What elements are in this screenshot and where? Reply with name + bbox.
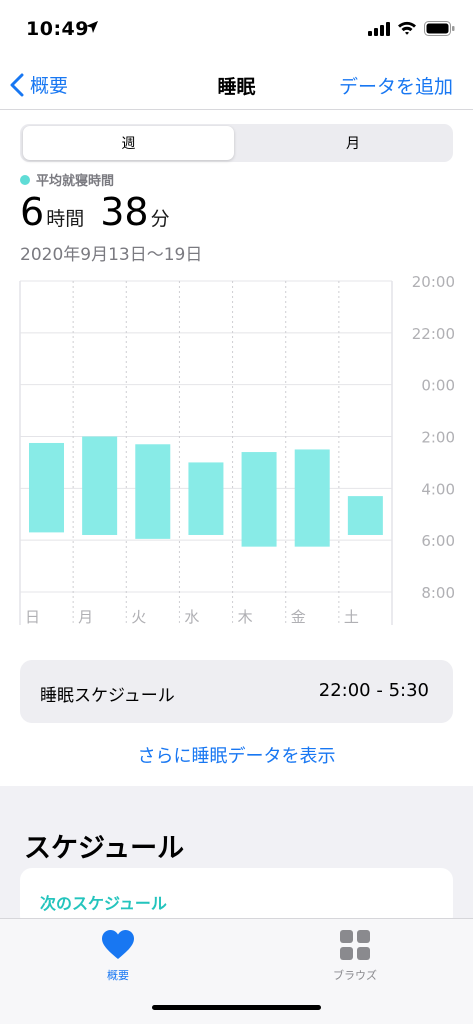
date-range: 2020年9月13日〜19日 xyxy=(20,245,203,265)
sleep-schedule-card[interactable]: 睡眠スケジュール 22:00 - 5:30 xyxy=(20,660,453,723)
hours-value: 6 xyxy=(20,190,45,234)
y-tick-label: 20:00 xyxy=(412,273,455,291)
wifi-icon xyxy=(398,21,416,35)
y-tick-label: 6:00 xyxy=(421,532,455,550)
sleep-chart[interactable]: 20:00 22:00 0:00 2:00 4:00 6:00 8:00 日 月 火 水 木 金 土 xyxy=(0,270,473,630)
x-tick-label: 木 xyxy=(238,608,253,626)
x-tick-label: 日 xyxy=(25,608,40,626)
sleep-bar xyxy=(294,449,330,547)
x-tick-label: 火 xyxy=(131,608,146,626)
x-tick-label: 金 xyxy=(291,608,306,626)
battery-icon xyxy=(424,21,455,36)
schedule-section-title: スケジュール xyxy=(24,833,185,864)
segment-week[interactable]: 週 xyxy=(23,126,234,160)
average-bedtime-value: 6 時間 38 分 xyxy=(20,190,170,234)
y-tick-label: 22:00 xyxy=(412,325,455,343)
home-indicator xyxy=(152,1005,321,1010)
hours-unit: 時間 xyxy=(46,208,85,230)
grid-icon xyxy=(340,930,370,960)
y-tick-label: 8:00 xyxy=(421,584,455,602)
x-tick-label: 水 xyxy=(184,608,199,626)
navigation-bar: 概要 睡眠 データを追加 xyxy=(0,58,473,110)
schedule-label: 睡眠スケジュール xyxy=(40,686,175,706)
legend-label: 平均就寝時間 xyxy=(36,174,115,189)
legend-dot xyxy=(20,174,30,185)
y-tick-label: 2:00 xyxy=(421,429,455,447)
minutes-value: 38 xyxy=(100,190,149,234)
tab-summary-label: 概要 xyxy=(107,969,129,982)
sleep-bar xyxy=(241,452,277,547)
x-tick-label: 月 xyxy=(78,608,93,626)
sleep-bar xyxy=(82,436,118,535)
location-arrow-icon xyxy=(86,21,98,33)
y-tick-label: 4:00 xyxy=(421,480,455,498)
segment-divider xyxy=(253,132,254,154)
schedule-value: 22:00 - 5:30 xyxy=(318,680,429,701)
tab-browse-label: ブラウズ xyxy=(333,969,377,982)
cellular-signal-icon xyxy=(368,22,390,36)
sleep-bar xyxy=(347,496,383,535)
add-data-button[interactable]: データを追加 xyxy=(339,72,453,99)
period-segmented-control: 週 月 xyxy=(20,124,453,162)
sleep-bar xyxy=(29,442,64,533)
minutes-unit: 分 xyxy=(150,208,170,230)
status-bar: 10:49 xyxy=(0,0,473,58)
y-tick-label: 0:00 xyxy=(421,377,455,395)
show-more-sleep-data-link[interactable]: さらに睡眠データを表示 xyxy=(0,742,473,768)
status-time: 10:49 xyxy=(26,18,89,40)
bedtime-legend: 平均就寝時間 xyxy=(20,170,114,189)
tab-summary[interactable]: 概要 xyxy=(58,929,178,983)
segment-month[interactable]: 月 xyxy=(255,126,451,160)
next-schedule-label: 次のスケジュール xyxy=(40,894,167,913)
heart-icon xyxy=(102,930,134,959)
sleep-bar xyxy=(188,462,224,535)
sleep-bar xyxy=(135,444,171,539)
tab-browse[interactable]: ブラウズ xyxy=(295,929,415,983)
x-tick-label: 土 xyxy=(344,608,359,626)
